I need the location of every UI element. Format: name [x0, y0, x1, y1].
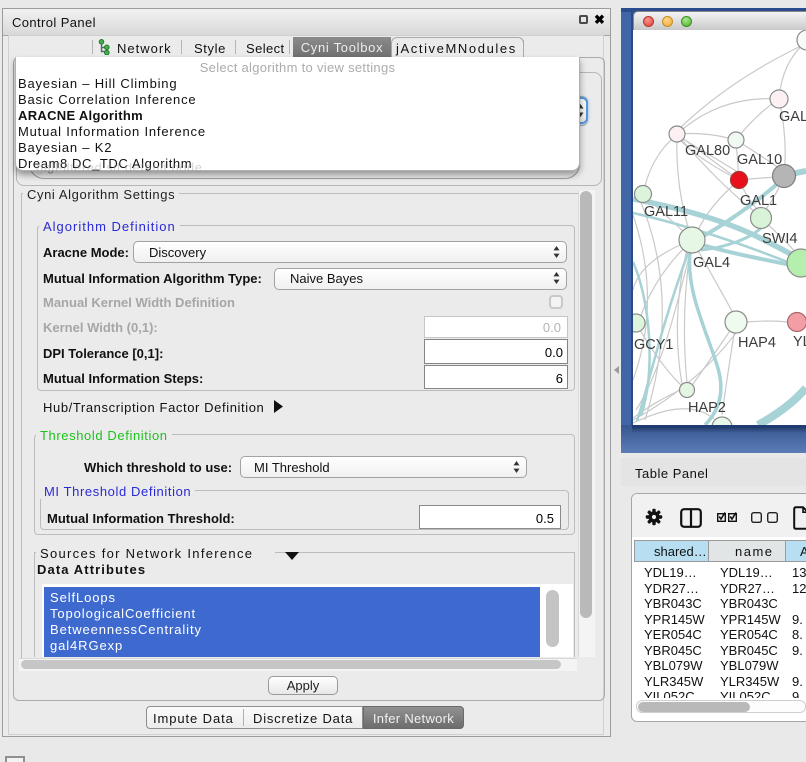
svg-text:GAL11: GAL11 [644, 204, 688, 220]
svg-text:YL: YL [793, 334, 806, 350]
svg-text:HAP2: HAP2 [688, 400, 726, 416]
svg-text:GCY1: GCY1 [634, 337, 674, 353]
svg-text:GAL7: GAL7 [779, 109, 806, 125]
svg-text:GAL4: GAL4 [693, 255, 730, 271]
svg-text:SWI4: SWI4 [762, 231, 797, 247]
svg-text:HAP4: HAP4 [738, 335, 776, 351]
svg-text:GAL80: GAL80 [685, 143, 730, 159]
svg-text:GAL10: GAL10 [737, 152, 782, 168]
svg-text:GAL1: GAL1 [740, 193, 777, 209]
